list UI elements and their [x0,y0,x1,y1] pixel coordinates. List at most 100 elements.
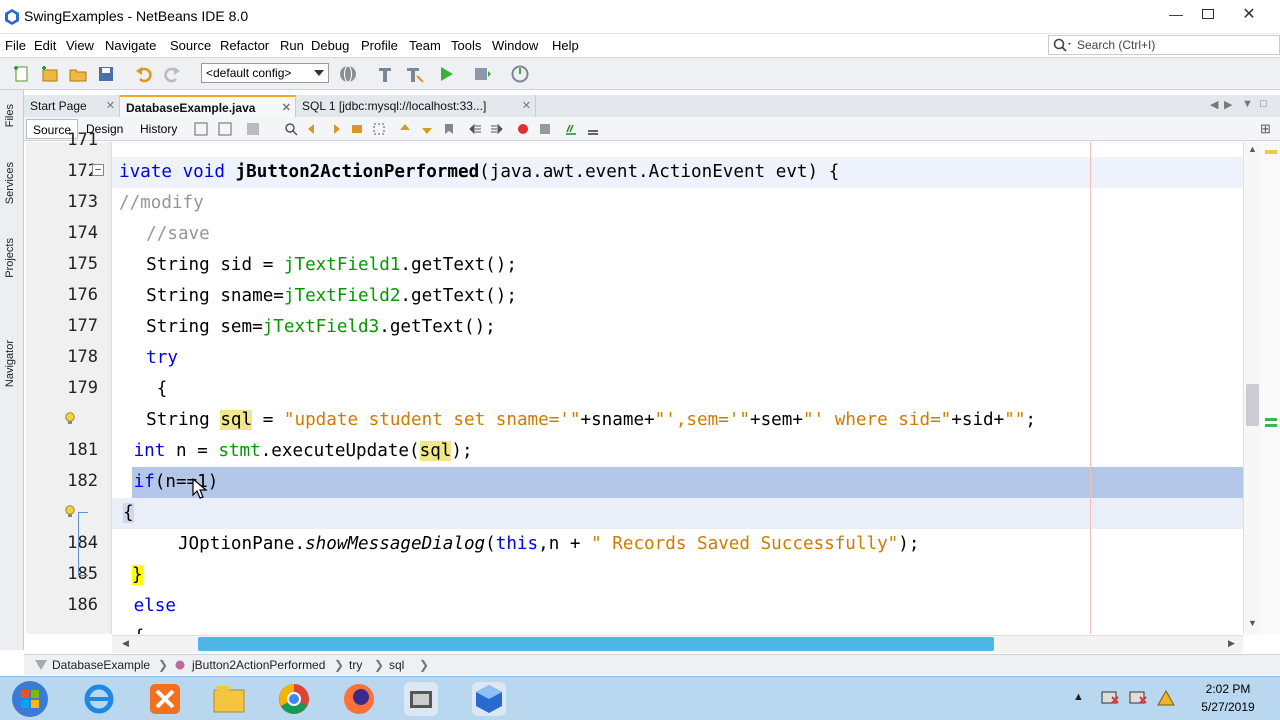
breadcrumb-try[interactable]: try [349,658,362,672]
tab-list-icon[interactable]: ▼ [1242,98,1253,110]
forward-icon[interactable] [246,122,260,136]
minimize-button[interactable]: — [1158,2,1194,26]
maximize-button[interactable] [1190,2,1226,26]
menu-navigate[interactable]: Navigate [105,38,156,53]
run-icon[interactable] [436,64,456,84]
scroll-down-icon[interactable]: ▼ [1248,618,1257,628]
horizontal-scroll-thumb[interactable] [198,637,994,651]
line-number: 184 [67,533,98,553]
vertical-scrollbar[interactable]: ▲ ▼ [1243,142,1261,634]
scroll-tabs-right-icon[interactable]: ▶ [1224,98,1232,111]
file-explorer-icon[interactable] [212,682,246,716]
debug-icon[interactable] [472,64,492,84]
code-line: //modify [119,193,204,213]
title-bar: SwingExamples - NetBeans IDE 8.0 — ✕ [0,0,1280,34]
shift-right-icon[interactable] [490,122,504,136]
tab-sql[interactable]: SQL 1 [jdbc:mysql://localhost:33...] ✕ [296,95,536,117]
close-icon[interactable]: ✕ [282,101,291,114]
code-line: //save [125,224,210,244]
menu-tools[interactable]: Tools [451,38,481,53]
previous-bookmark-icon[interactable] [398,122,412,136]
menu-file[interactable]: File [5,38,26,53]
rectangular-selection-icon[interactable] [372,122,386,136]
xampp-icon[interactable] [148,682,182,716]
back-icon[interactable] [218,122,232,136]
find-next-icon[interactable] [328,122,342,136]
menu-view[interactable]: View [66,38,94,53]
toggle-bookmark-icon[interactable] [442,122,456,136]
scroll-thumb[interactable] [1246,384,1259,426]
class-icon [35,660,47,670]
menu-edit[interactable]: Edit [34,38,56,53]
search-input[interactable]: Search (Ctrl+I) [1048,35,1280,55]
next-bookmark-icon[interactable] [420,122,434,136]
scroll-up-icon[interactable]: ▲ [1248,144,1257,154]
scroll-tabs-left-icon[interactable]: ◀ [1210,98,1218,111]
tab-start-page[interactable]: Start Page ✕ [24,95,120,117]
recording-app-icon[interactable] [404,682,438,716]
menu-debug[interactable]: Debug [311,38,349,53]
new-project-icon[interactable] [40,64,60,84]
line-number: 173 [67,192,98,212]
network-icon[interactable] [1100,689,1120,707]
editor-maximize-icon[interactable]: ⊞ [1260,121,1271,137]
config-select[interactable]: <default config> [201,63,329,83]
new-file-icon[interactable] [12,64,32,84]
shift-left-icon[interactable] [468,122,482,136]
hint-bulb-icon[interactable] [64,412,76,426]
comment-icon[interactable] [564,122,578,136]
side-tab-projects[interactable]: Projects [4,238,16,278]
tray-expand-icon[interactable]: ▲ [1073,691,1084,703]
close-button[interactable]: ✕ [1226,2,1272,26]
hint-bulb-icon[interactable] [64,505,76,519]
open-project-icon[interactable] [68,64,88,84]
tab-label: SQL 1 [jdbc:mysql://localhost:33...] [302,99,487,113]
clean-build-icon[interactable] [404,64,424,84]
display-icon[interactable] [1128,689,1148,707]
close-icon[interactable]: ✕ [106,99,115,112]
close-icon[interactable]: ✕ [522,99,531,112]
flag-icon[interactable] [1156,689,1176,707]
uncomment-icon[interactable] [586,122,600,136]
code-line: else [123,596,176,616]
menu-run[interactable]: Run [280,38,304,53]
chrome-icon[interactable] [277,682,311,716]
breadcrumb-method[interactable]: jButton2ActionPerformed [192,658,325,672]
find-previous-icon[interactable] [306,122,320,136]
redo-icon[interactable] [162,64,182,84]
tab-database-example[interactable]: DatabaseExample.java ✕ [120,95,296,117]
menu-source[interactable]: Source [170,38,211,53]
menu-profile[interactable]: Profile [361,38,398,53]
menu-window[interactable]: Window [492,38,538,53]
menu-team[interactable]: Team [409,38,441,53]
start-macro-icon[interactable] [516,122,530,136]
code-editor[interactable]: ivate void jButton2ActionPerformed(java.… [112,142,1243,634]
menu-help[interactable]: Help [552,38,579,53]
restore-icon[interactable]: □ [1260,98,1267,110]
breadcrumb-class[interactable]: DatabaseExample [52,658,150,672]
undo-icon[interactable] [134,64,154,84]
side-tab-services[interactable]: Services [4,162,16,204]
internet-explorer-icon[interactable] [82,682,116,716]
build-icon[interactable] [376,64,396,84]
save-all-icon[interactable] [96,64,116,84]
fold-collapse-icon[interactable]: – [92,164,104,176]
find-icon[interactable] [284,122,298,136]
profile-icon[interactable] [510,64,530,84]
start-button-icon[interactable] [10,679,50,719]
menu-refactor[interactable]: Refactor [220,38,269,53]
tab-history[interactable]: History [134,119,183,139]
last-edit-icon[interactable] [194,122,208,136]
stop-macro-icon[interactable] [538,122,552,136]
toggle-highlight-icon[interactable] [350,122,364,136]
globe-icon[interactable] [338,64,358,84]
netbeans-taskbar-icon[interactable] [472,682,506,716]
window-title: SwingExamples - NetBeans IDE 8.0 [24,8,249,24]
breadcrumb-sql[interactable]: sql [389,658,404,672]
scroll-right-icon[interactable]: ▶ [1228,638,1235,649]
side-tab-files[interactable]: Files [4,104,16,127]
clock[interactable]: 2:02 PM 5/27/2019 [1186,682,1270,714]
scroll-left-icon[interactable]: ◀ [122,638,129,649]
side-tab-navigator[interactable]: Navigator [4,340,16,387]
firefox-icon[interactable] [342,682,376,716]
